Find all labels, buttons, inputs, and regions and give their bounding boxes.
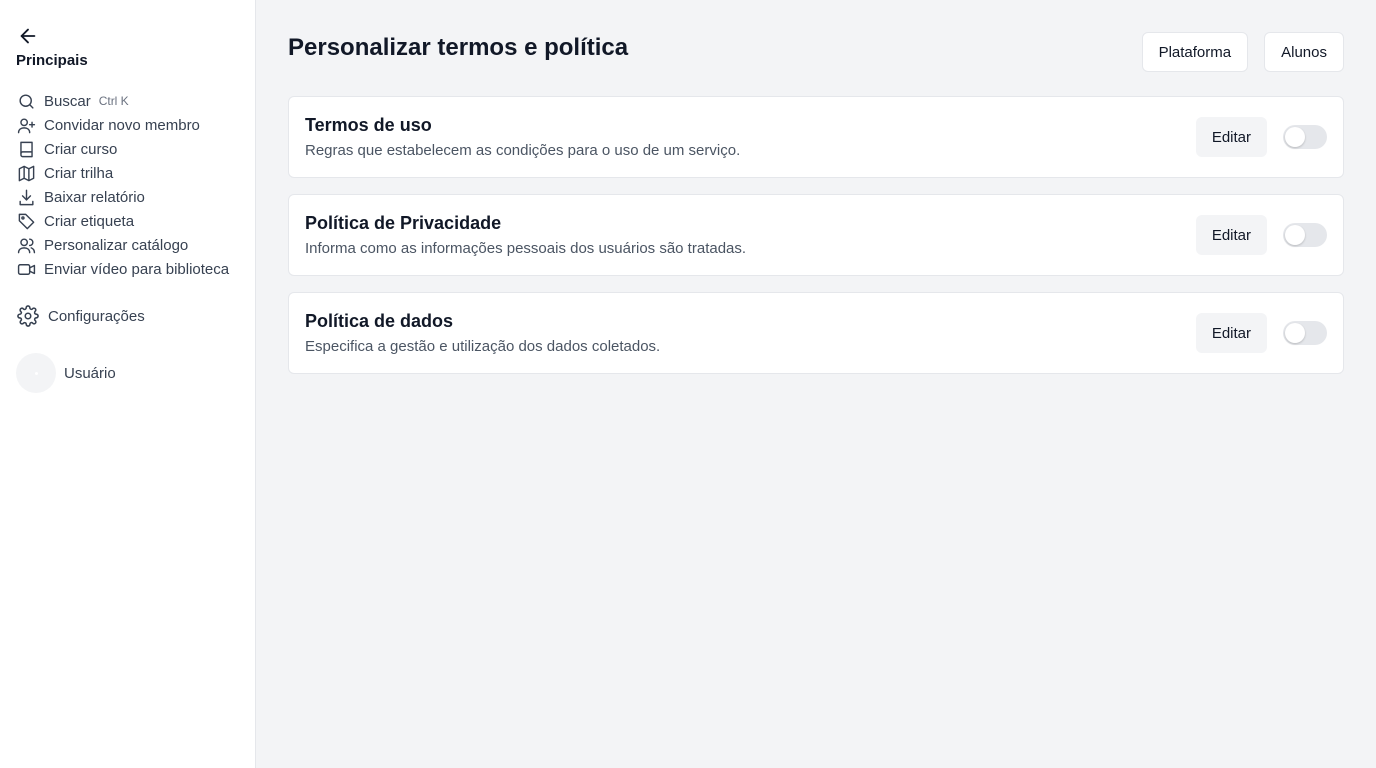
card-title: Política de Privacidade: [305, 213, 502, 233]
sidebar-item-label: Baixar relatório: [44, 188, 145, 206]
sidebar-item-label: Criar curso: [44, 140, 118, 158]
sidebar-item-invite-member[interactable]: Convidar novo membro: [16, 113, 239, 137]
sidebar-menu: Buscar Ctrl K Convidar novo membro Criar…: [16, 89, 239, 281]
sidebar-item-label: Convidar novo membro: [44, 116, 200, 134]
sidebar-item-label: Criar etiqueta: [44, 212, 135, 230]
edit-button[interactable]: Editar: [1195, 313, 1267, 353]
sidebar-item-download-report[interactable]: Baixar relatório: [16, 185, 239, 209]
card-title: Termos de uso: [305, 115, 432, 135]
search-icon: [16, 91, 36, 111]
sidebar-item-label: Enviar vídeo para biblioteca: [44, 260, 230, 278]
video-icon: [16, 259, 36, 279]
sidebar-section-title: Principais: [16, 52, 88, 69]
policy-card-data: Política de dados Especifica a gestão e …: [288, 292, 1344, 374]
sidebar-item-label: Criar trilha: [44, 164, 114, 182]
card-description: Regras que estabelecem as condições para…: [305, 142, 741, 159]
card-text: Política de dados Especifica a gestão e …: [305, 311, 660, 355]
toggle-knob: [1285, 127, 1305, 147]
card-description: Informa como as informações pessoais dos…: [305, 240, 747, 257]
edit-button[interactable]: Editar: [1195, 117, 1267, 157]
map-icon: [16, 163, 36, 183]
card-description: Especifica a gestão e utilização dos dad…: [305, 338, 661, 355]
card-actions: Editar: [1195, 117, 1327, 157]
enable-toggle[interactable]: [1283, 223, 1327, 247]
users-icon: [16, 235, 36, 255]
sidebar-item-create-course[interactable]: Criar curso: [16, 137, 239, 161]
book-icon: [16, 139, 36, 159]
sidebar-item-settings[interactable]: Configurações: [16, 303, 239, 329]
tag-icon: [16, 211, 36, 231]
sidebar-item-customize-catalog[interactable]: Personalizar catálogo: [16, 233, 239, 257]
user-name: Usuário: [64, 364, 116, 382]
students-button[interactable]: Alunos: [1264, 32, 1344, 72]
card-text: Termos de uso Regras que estabelecem as …: [305, 115, 740, 159]
sidebar-item-search[interactable]: Buscar Ctrl K: [16, 89, 239, 113]
sidebar-item-create-tag[interactable]: Criar etiqueta: [16, 209, 239, 233]
user-profile[interactable]: Usuário: [16, 353, 239, 393]
download-icon: [16, 187, 36, 207]
arrow-left-icon: [20, 28, 36, 44]
sidebar-item-create-trail[interactable]: Criar trilha: [16, 161, 239, 185]
page-header: Personalizar termos e política Plataform…: [288, 32, 1344, 96]
shortcut-hint: Ctrl K: [98, 94, 129, 108]
card-actions: Editar: [1195, 313, 1327, 353]
back-button[interactable]: [16, 24, 40, 48]
policy-card-privacy: Política de Privacidade Informa como as …: [288, 194, 1344, 276]
page-title: Personalizar termos e política: [288, 34, 629, 61]
toggle-knob: [1285, 225, 1305, 245]
sidebar: Principais Buscar Ctrl K Convidar novo m…: [0, 0, 256, 768]
card-title: Política de dados: [305, 311, 454, 331]
sidebar-item-upload-video[interactable]: Enviar vídeo para biblioteca: [16, 257, 239, 281]
gear-icon: [16, 304, 40, 328]
sidebar-item-label: Buscar: [44, 92, 91, 110]
policy-list: Termos de uso Regras que estabelecem as …: [288, 96, 1344, 374]
edit-button[interactable]: Editar: [1195, 215, 1267, 255]
avatar: [16, 353, 56, 393]
platform-button[interactable]: Plataforma: [1141, 32, 1249, 72]
settings-label: Configurações: [48, 307, 145, 325]
user-plus-icon: [16, 115, 36, 135]
policy-card-terms: Termos de uso Regras que estabelecem as …: [288, 96, 1344, 178]
card-actions: Editar: [1195, 215, 1327, 255]
sidebar-item-label: Personalizar catálogo: [44, 236, 189, 254]
card-text: Política de Privacidade Informa como as …: [305, 213, 746, 257]
main-content: Personalizar termos e política Plataform…: [256, 0, 1376, 768]
header-actions: Plataforma Alunos: [1141, 32, 1344, 72]
enable-toggle[interactable]: [1283, 125, 1327, 149]
toggle-knob: [1285, 323, 1305, 343]
enable-toggle[interactable]: [1283, 321, 1327, 345]
